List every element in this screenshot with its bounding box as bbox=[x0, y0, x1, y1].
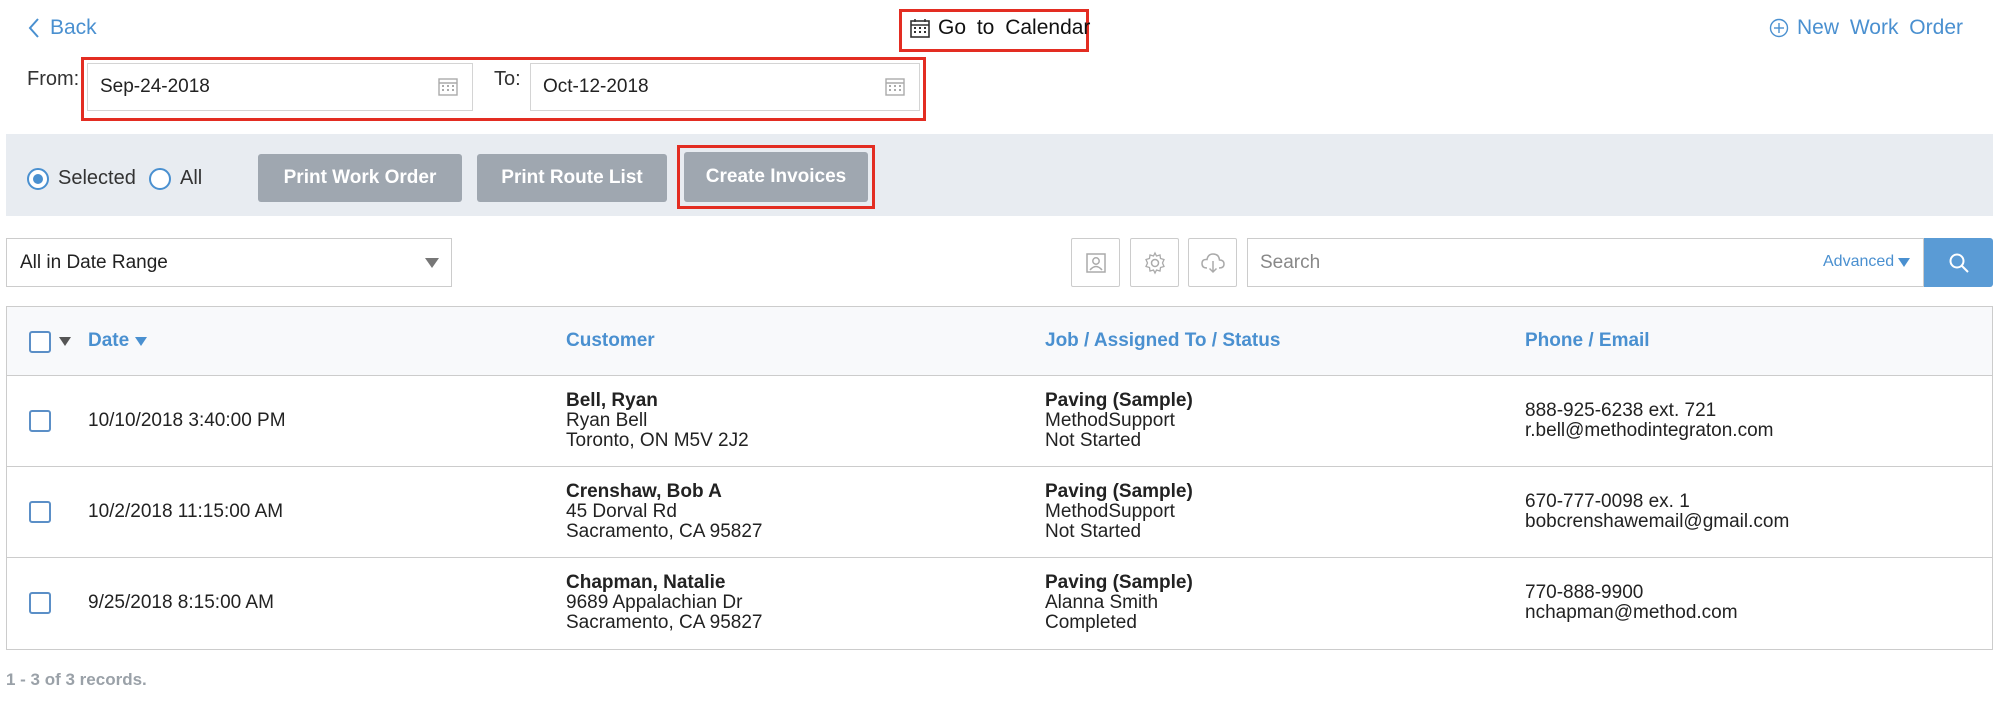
calendar-icon[interactable] bbox=[885, 76, 905, 96]
gear-icon bbox=[1144, 251, 1165, 274]
radio-selected-label: Selected bbox=[58, 167, 136, 189]
column-header-job[interactable]: Job / Assigned To / Status bbox=[1045, 330, 1280, 352]
phone: 670-777-0098 ex. 1 bbox=[1525, 491, 1690, 512]
table-row[interactable]: 9/25/2018 8:15:00 AM Chapman, Natalie 96… bbox=[7, 557, 1992, 648]
row-date: 10/2/2018 11:15:00 AM bbox=[88, 501, 284, 522]
row-customer: Bell, Ryan Ryan Bell Toronto, ON M5V 2J2 bbox=[566, 391, 749, 451]
column-header-customer[interactable]: Customer bbox=[566, 330, 655, 352]
row-checkbox[interactable] bbox=[29, 410, 51, 432]
go-to-calendar-button[interactable]: Go to Calendar bbox=[910, 16, 1090, 40]
row-contact: 888-925-6238 ext. 721 r.bell@methodinteg… bbox=[1525, 401, 1773, 441]
calendar-icon bbox=[910, 19, 930, 38]
job-status: Not Started bbox=[1045, 521, 1142, 542]
row-job: Paving (Sample) MethodSupport Not Starte… bbox=[1045, 391, 1193, 451]
customer-name[interactable]: Chapman, Natalie bbox=[566, 573, 762, 593]
phone: 770-888-9900 bbox=[1525, 582, 1644, 603]
row-customer: Crenshaw, Bob A 45 Dorval Rd Sacramento,… bbox=[566, 482, 762, 542]
row-contact: 670-777-0098 ex. 1 bobcrenshawemail@gmai… bbox=[1525, 492, 1789, 532]
job-name[interactable]: Paving (Sample) bbox=[1045, 391, 1193, 411]
search-icon bbox=[1949, 253, 1969, 273]
to-label: To: bbox=[494, 68, 521, 90]
calendar-icon[interactable] bbox=[438, 76, 458, 96]
row-checkbox[interactable] bbox=[29, 501, 51, 523]
email: bobcrenshawemail@gmail.com bbox=[1525, 511, 1790, 532]
row-date: 10/10/2018 3:40:00 PM bbox=[88, 410, 286, 431]
cloud-download-icon bbox=[1200, 252, 1225, 273]
phone: 888-925-6238 ext. 721 bbox=[1525, 400, 1717, 421]
new-work-order-label: New Work Order bbox=[1797, 16, 1963, 39]
sort-desc-icon bbox=[135, 336, 148, 346]
row-date: 9/25/2018 8:15:00 AM bbox=[88, 592, 274, 613]
work-order-table: Date Customer Job / Assigned To / Status… bbox=[6, 306, 1993, 650]
radio-all-indicator[interactable] bbox=[149, 167, 171, 190]
column-header-date[interactable]: Date bbox=[88, 330, 148, 352]
create-invoices-button[interactable]: Create Invoices bbox=[684, 152, 868, 202]
back-link[interactable]: Back bbox=[28, 16, 97, 40]
radio-selected-indicator[interactable] bbox=[27, 167, 49, 190]
customer-name[interactable]: Bell, Ryan bbox=[566, 391, 749, 411]
from-label: From: bbox=[27, 68, 80, 90]
to-date-field[interactable]: Oct-12-2018 bbox=[530, 63, 920, 111]
table-row[interactable]: 10/10/2018 3:40:00 PM Bell, Ryan Ryan Be… bbox=[7, 375, 1992, 467]
from-date-value: Sep-24-2018 bbox=[100, 76, 210, 97]
settings-button[interactable] bbox=[1130, 238, 1179, 287]
date-range-select-value: All in Date Range bbox=[20, 251, 168, 273]
customer-name[interactable]: Crenshaw, Bob A bbox=[566, 482, 762, 502]
print-route-list-button[interactable]: Print Route List bbox=[477, 154, 667, 202]
dropdown-arrow-icon bbox=[425, 258, 439, 268]
job-status: Completed bbox=[1045, 612, 1137, 633]
job-status: Not Started bbox=[1045, 430, 1142, 451]
select-menu-caret-icon[interactable] bbox=[59, 337, 71, 346]
customer-address-line: 45 Dorval Rd bbox=[566, 501, 677, 522]
email: nchapman@method.com bbox=[1525, 602, 1738, 623]
customer-address: Toronto, ON M5V 2J2 bbox=[566, 430, 749, 451]
row-job: Paving (Sample) Alanna Smith Completed bbox=[1045, 573, 1193, 633]
customer-contact: Ryan Bell bbox=[566, 410, 648, 431]
assigned-to: Alanna Smith bbox=[1045, 592, 1159, 613]
date-range-select[interactable]: All in Date Range bbox=[6, 238, 452, 287]
select-all-checkbox[interactable] bbox=[29, 331, 51, 353]
print-work-order-button[interactable]: Print Work Order bbox=[258, 154, 462, 202]
advanced-label: Advanced bbox=[1823, 253, 1895, 270]
radio-all[interactable]: All bbox=[149, 167, 202, 190]
row-customer: Chapman, Natalie 9689 Appalachian Dr Sac… bbox=[566, 573, 762, 633]
cloud-download-button[interactable] bbox=[1188, 238, 1237, 287]
customer-address-line: 9689 Appalachian Dr bbox=[566, 592, 743, 613]
customer-address: Sacramento, CA 95827 bbox=[566, 612, 763, 633]
row-contact: 770-888-9900 nchapman@method.com bbox=[1525, 583, 1738, 623]
to-date-value: Oct-12-2018 bbox=[543, 76, 649, 97]
radio-all-label: All bbox=[180, 167, 203, 189]
job-name[interactable]: Paving (Sample) bbox=[1045, 573, 1193, 593]
search-button[interactable] bbox=[1924, 238, 1993, 287]
contact-card-button[interactable] bbox=[1071, 238, 1120, 287]
radio-selected[interactable]: Selected bbox=[27, 167, 136, 190]
row-job: Paving (Sample) MethodSupport Not Starte… bbox=[1045, 482, 1193, 542]
row-checkbox[interactable] bbox=[29, 592, 51, 614]
caret-down-icon bbox=[1898, 257, 1911, 267]
email: r.bell@methodintegraton.com bbox=[1525, 420, 1774, 441]
assigned-to: MethodSupport bbox=[1045, 501, 1175, 522]
chevron-left-icon bbox=[28, 18, 39, 38]
calendar-label: Go to Calendar bbox=[938, 16, 1091, 39]
job-name[interactable]: Paving (Sample) bbox=[1045, 482, 1193, 502]
back-label: Back bbox=[50, 16, 97, 39]
customer-address: Sacramento, CA 95827 bbox=[566, 521, 763, 542]
table-row[interactable]: 10/2/2018 11:15:00 AM Crenshaw, Bob A 45… bbox=[7, 466, 1992, 558]
from-date-field[interactable]: Sep-24-2018 bbox=[87, 63, 473, 111]
records-count: 1 - 3 of 3 records. bbox=[6, 670, 147, 689]
table-header: Date Customer Job / Assigned To / Status… bbox=[7, 307, 1992, 376]
plus-circle-icon bbox=[1769, 18, 1789, 38]
assigned-to: MethodSupport bbox=[1045, 410, 1175, 431]
column-header-phone-email[interactable]: Phone / Email bbox=[1525, 330, 1650, 352]
advanced-search-link[interactable]: Advanced bbox=[1823, 253, 1911, 271]
new-work-order-link[interactable]: New Work Order bbox=[1769, 16, 1963, 40]
contact-card-icon bbox=[1085, 252, 1106, 273]
